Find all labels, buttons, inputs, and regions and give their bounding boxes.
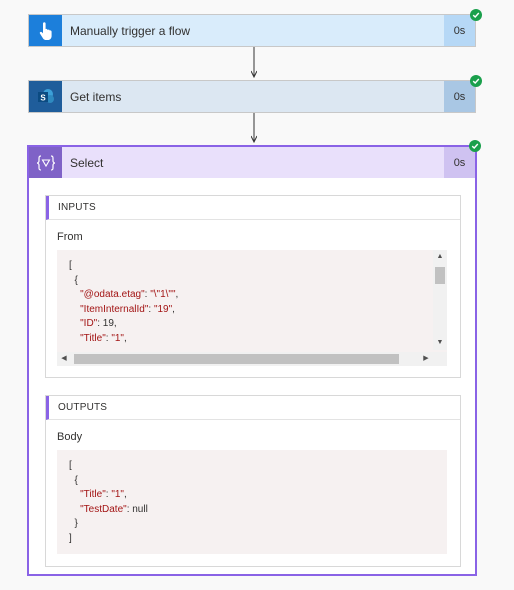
code-line: "ItemInternalId": "19", [69, 303, 447, 318]
code-key: "ID" [80, 318, 98, 329]
code-punct: [ [69, 260, 72, 271]
step-duration: 0s [444, 81, 475, 112]
code-line: "ID": 19, [69, 317, 447, 332]
select-header[interactable]: Select 0s [29, 147, 475, 178]
code-value: : "1", [105, 489, 127, 500]
code-value: : "19", [148, 303, 175, 315]
code-value: : "1", [105, 332, 127, 344]
code-line: { [69, 274, 447, 289]
step-manually-trigger[interactable]: Manually trigger a flow 0s [28, 14, 476, 47]
hand-pointer-icon [29, 15, 62, 46]
code-punct [69, 333, 80, 344]
outputs-panel: OUTPUTS Body [ { "Title": "1", "TestDate… [45, 395, 461, 567]
scroll-thumb[interactable] [435, 267, 445, 284]
code-line: "Title": "1", [69, 488, 447, 503]
code-punct [69, 489, 80, 500]
code-punct [69, 318, 80, 329]
horizontal-scrollbar[interactable]: ◀ ▶ [57, 352, 433, 366]
scroll-left-icon[interactable]: ◀ [57, 352, 71, 366]
code-punct: } [69, 518, 78, 529]
scroll-thumb[interactable] [74, 354, 399, 364]
code-key: "TestDate" [80, 503, 127, 515]
code-punct [69, 289, 80, 300]
scroll-down-icon[interactable]: ▼ [433, 336, 447, 350]
scrollbar-corner [433, 352, 447, 366]
step-duration: 0s [444, 147, 475, 178]
step-title: Get items [70, 89, 122, 104]
code-key: "ItemInternalId" [80, 303, 149, 315]
body-label: Body [57, 431, 83, 443]
step-get-items[interactable]: S Get items 0s [28, 80, 476, 113]
sharepoint-icon: S [29, 81, 62, 112]
vertical-scrollbar[interactable]: ▲ ▼ [433, 250, 447, 350]
from-label: From [57, 231, 83, 243]
step-title: Manually trigger a flow [70, 23, 191, 38]
code-key: "Title" [80, 489, 106, 500]
code-value: : 19, [97, 318, 117, 329]
code-punct: [ [69, 460, 72, 471]
success-check-icon [470, 9, 482, 21]
step-select: Select 0s INPUTS From [ { "@odata.etag":… [27, 145, 477, 576]
code-punct [69, 304, 80, 315]
success-check-icon [470, 75, 482, 87]
body-code-box[interactable]: [ { "Title": "1", "TestDate": null }] [57, 450, 447, 554]
code-key: "Title" [80, 332, 106, 344]
scroll-right-icon[interactable]: ▶ [419, 352, 433, 366]
arrow-down-icon [251, 47, 257, 79]
code-punct: ] [69, 532, 72, 544]
code-line: "TestDate": null [69, 503, 447, 518]
from-code-box[interactable]: [ { "@odata.etag": "\"1\"", "ItemInterna… [57, 250, 447, 366]
scroll-up-icon[interactable]: ▲ [433, 250, 447, 264]
code-key: "@odata.etag" [80, 289, 145, 300]
code-line: ] [69, 532, 447, 547]
outputs-heading: OUTPUTS [46, 396, 460, 420]
inputs-panel: INPUTS From [ { "@odata.etag": "\"1\"", … [45, 195, 461, 378]
code-punct: { [69, 474, 78, 486]
code-line: [ [69, 459, 447, 474]
code-punct: { [69, 274, 78, 286]
select-braces-icon [29, 147, 62, 178]
code-line: { [69, 474, 447, 489]
svg-text:S: S [40, 93, 46, 102]
inputs-heading: INPUTS [46, 196, 460, 220]
step-title: Select [70, 155, 104, 170]
code-line: "@odata.etag": "\"1\"", [69, 288, 447, 303]
code-value: : null [126, 503, 148, 515]
success-check-icon [469, 140, 481, 152]
code-value: : "\"1\"", [144, 289, 179, 300]
code-line: } [69, 517, 447, 532]
code-line: [ [69, 259, 447, 274]
code-line: "Title": "1", [69, 332, 447, 347]
code-punct [69, 504, 80, 515]
step-duration: 0s [444, 15, 475, 46]
arrow-down-icon [251, 113, 257, 144]
